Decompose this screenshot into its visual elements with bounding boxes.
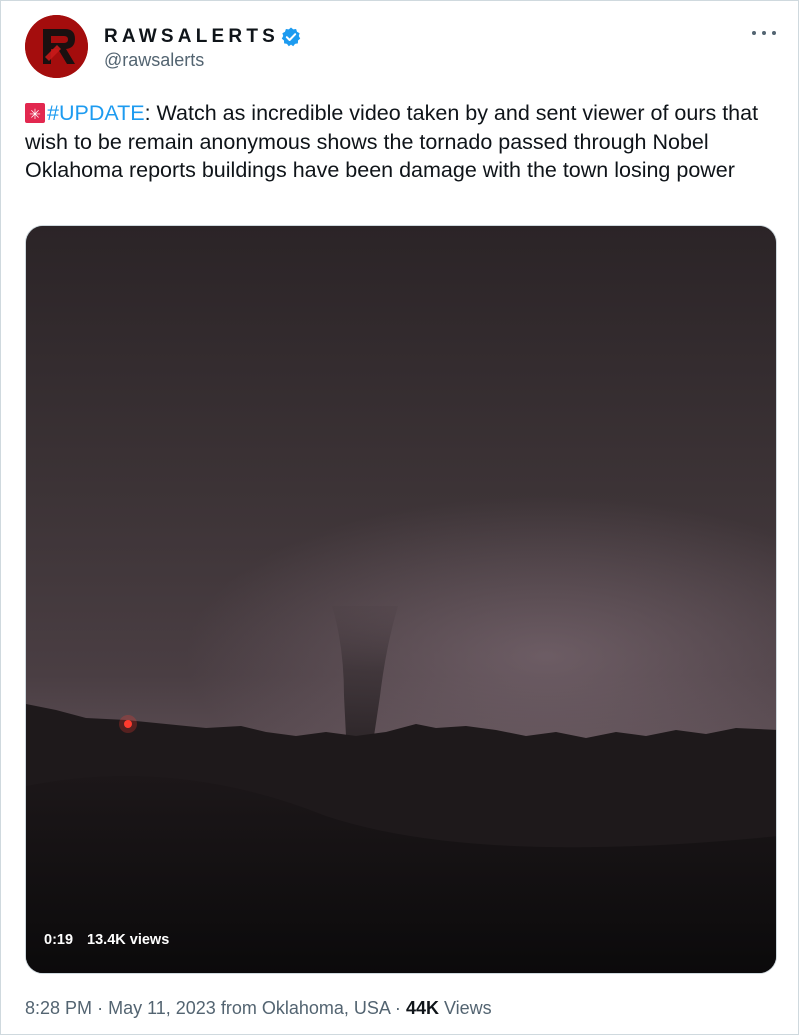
hashtag-link[interactable]: #UPDATE [47, 101, 145, 125]
video-player[interactable]: 0:19 13.4K views [25, 225, 777, 974]
video-duration: 0:19 [44, 932, 74, 948]
meta-separator: · [97, 998, 104, 1018]
tweet-header: RAWSALERTS @rawsalerts [25, 15, 302, 78]
display-name[interactable]: RAWSALERTS [104, 26, 279, 48]
views-count[interactable]: 44K [406, 998, 439, 1018]
meta-separator: · [394, 998, 401, 1018]
video-frame [26, 226, 776, 973]
account-handle[interactable]: @rawsalerts [104, 50, 302, 71]
tweet-date[interactable]: May 11, 2023 [108, 998, 216, 1018]
avatar[interactable] [25, 15, 88, 78]
views-label: Views [443, 998, 492, 1018]
more-options-icon[interactable] [752, 23, 776, 43]
tweet-time[interactable]: 8:28 PM [25, 998, 92, 1018]
siren-icon [25, 101, 45, 130]
video-views: 13.4K views [87, 932, 170, 948]
avatar-logo-icon [25, 15, 88, 78]
video-badges: 0:19 13.4K views [44, 932, 183, 948]
account-names: RAWSALERTS @rawsalerts [104, 22, 302, 71]
tweet-card: RAWSALERTS @rawsalerts #UPDATE: Watch as… [0, 0, 799, 1035]
tweet-text: #UPDATE: Watch as incredible video taken… [25, 99, 785, 185]
tweet-meta: 8:28 PM · May 11, 2023 from Oklahoma, US… [25, 998, 492, 1019]
tweet-location: from Oklahoma, USA [220, 998, 390, 1018]
verified-badge-icon [280, 26, 302, 48]
